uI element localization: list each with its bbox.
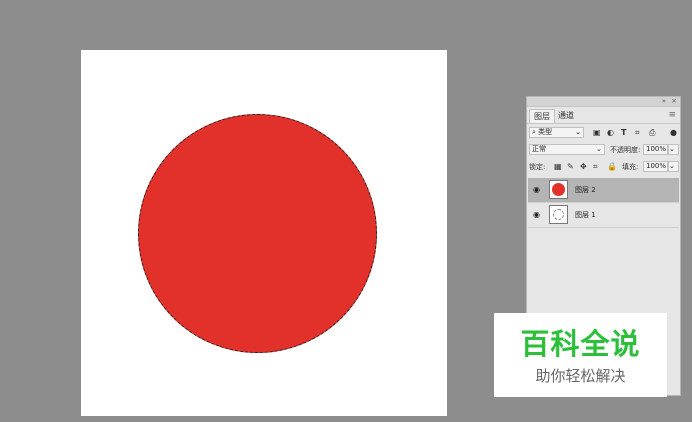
red-circle-selection[interactable] [138, 114, 377, 353]
panel-titlebar: » × [527, 97, 680, 107]
filter-kind-label: 类型 [538, 128, 553, 136]
chevron-down-icon: ⌄ [669, 162, 675, 170]
filter-toggle-icon[interactable]: ● [670, 127, 677, 139]
close-button[interactable]: × [671, 97, 677, 106]
panel-tabs: 图层 通道 ≡ [527, 107, 680, 124]
chevron-down-icon: ⌄ [596, 145, 602, 153]
layer-row[interactable]: ◉ 图层 1 [528, 203, 679, 228]
lock-label: 锁定: [529, 163, 546, 171]
chevron-down-icon: ⌄ [669, 145, 675, 153]
adjustment-filter-icon[interactable]: ◐ [607, 127, 614, 139]
lock-row: 锁定: ▦ ✎ ✥ ⌗ 🔒 填充: 100% ⌄ [529, 161, 679, 173]
blend-mode-value: 正常 [532, 145, 546, 153]
fill-label: 填充: [622, 163, 639, 171]
shape-filter-icon[interactable]: ⌗ [635, 127, 640, 139]
blend-row: 正常 ⌄ 不透明度: 100% ⌄ [529, 144, 679, 156]
opacity-value: 100% [646, 145, 667, 153]
fill-dropdown[interactable]: ⌄ [668, 161, 679, 172]
layer-row[interactable]: ◉ 图层 2 [528, 178, 679, 203]
smart-object-filter-icon[interactable]: ⎙ [649, 127, 655, 139]
layer-name: 图层 2 [575, 186, 596, 194]
type-filter-icon[interactable]: T [621, 127, 626, 139]
watermark: 百科全说 助你轻松解决 [494, 313, 667, 397]
lock-image-icon[interactable]: ✎ [567, 161, 574, 173]
layer-thumbnail [549, 180, 568, 199]
lock-artboard-icon[interactable]: ⌗ [593, 161, 598, 173]
panel-menu-icon[interactable]: ≡ [668, 110, 676, 120]
chevron-down-icon: ⌄ [575, 128, 581, 136]
blend-mode-select[interactable]: 正常 ⌄ [529, 144, 605, 155]
opacity-dropdown[interactable]: ⌄ [668, 144, 679, 155]
fill-value: 100% [646, 162, 667, 170]
lock-position-icon[interactable]: ✥ [580, 161, 587, 173]
tab-layers[interactable]: 图层 [529, 109, 555, 123]
layer-name: 图层 1 [575, 211, 596, 219]
eye-icon[interactable]: ◉ [533, 185, 540, 194]
filter-kind-select[interactable]: ⌕ 类型 ⌄ [529, 127, 584, 138]
fill-input[interactable]: 100% [643, 161, 668, 172]
eye-icon[interactable]: ◉ [533, 210, 540, 219]
filter-row: ⌕ 类型 ⌄ ▣ ◐ T ⌗ ⎙ ● [529, 127, 678, 139]
tab-channels[interactable]: 通道 [554, 109, 578, 122]
opacity-label: 不透明度: [610, 146, 641, 154]
search-icon: ⌕ [532, 128, 536, 136]
lock-all-icon[interactable]: 🔒 [607, 161, 617, 173]
lock-transparent-icon[interactable]: ▦ [554, 161, 562, 173]
opacity-input[interactable]: 100% [643, 144, 668, 155]
layer-thumbnail [549, 205, 568, 224]
watermark-title: 百科全说 [520, 327, 641, 361]
collapse-button[interactable]: » [662, 97, 666, 106]
image-filter-icon[interactable]: ▣ [593, 127, 601, 139]
watermark-subtitle: 助你轻松解决 [535, 367, 626, 385]
